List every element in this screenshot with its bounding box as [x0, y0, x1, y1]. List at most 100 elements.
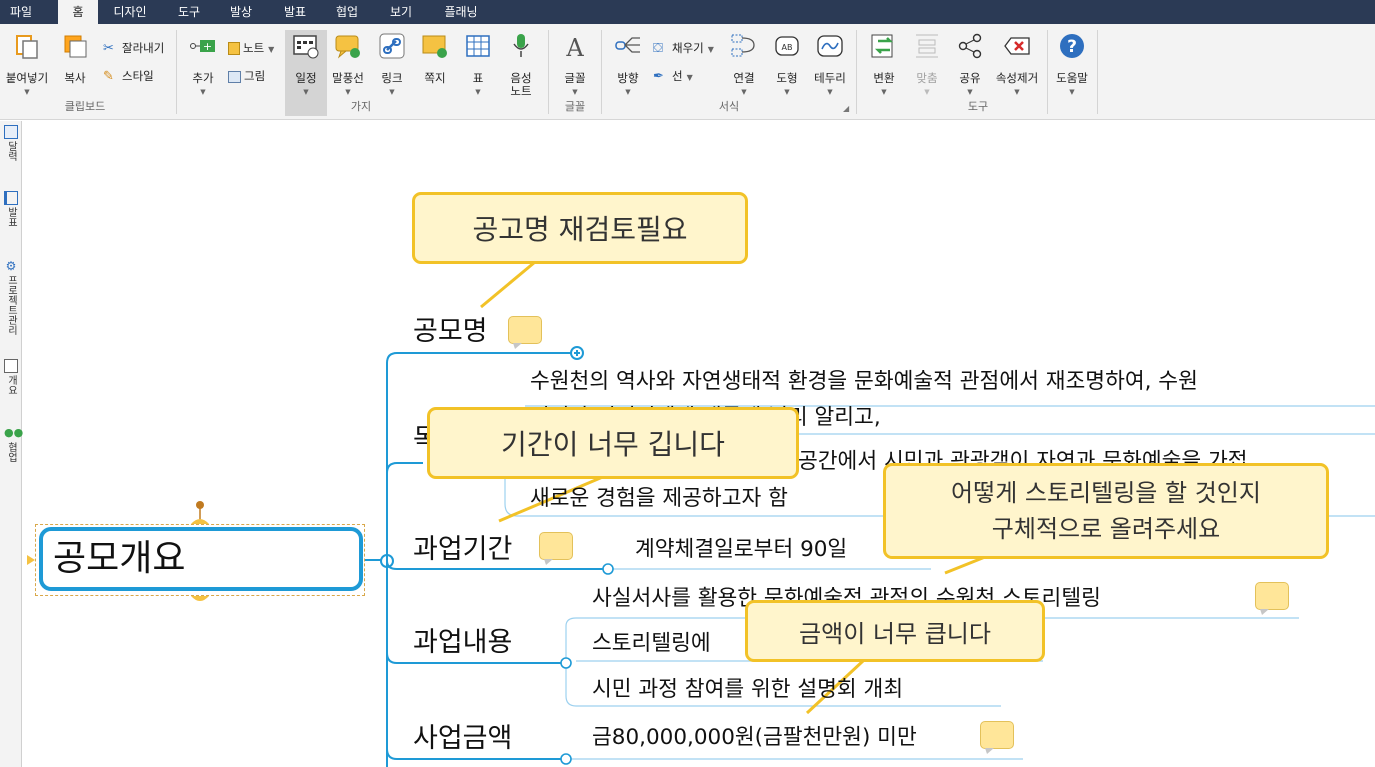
tab-file[interactable]: 파일 — [0, 0, 42, 24]
fill-button[interactable]: ⛋ 채우기 ▼ — [653, 38, 714, 58]
add-branch-button[interactable]: + 추가 ▼ — [181, 30, 225, 116]
sidebar-label: 프로젝트관리 — [5, 275, 17, 335]
direction-label: 방향 — [617, 71, 639, 85]
note-label: 노트 — [243, 41, 265, 55]
sidebar-label: 달력 — [5, 141, 17, 161]
branch-group-label: 가지 — [350, 100, 372, 113]
tab-ideation[interactable]: 발상 — [220, 0, 262, 24]
sidebar-label: 개요 — [5, 375, 17, 395]
chevron-down-icon: ▼ — [827, 88, 833, 96]
leaf-purpose-3[interactable]: 새로운 경험을 제공하고자 함 — [530, 485, 788, 513]
tab-home[interactable]: 홈 — [58, 0, 98, 24]
sidebar-item-project[interactable]: ⚙ 프로젝트관리 — [2, 259, 20, 339]
branch-name[interactable]: 공모명 — [413, 315, 488, 349]
chevron-down-icon: ▼ — [24, 88, 30, 96]
tab-presentation[interactable]: 발표 — [274, 0, 316, 24]
branch-content[interactable]: 과업내용 — [413, 626, 512, 660]
callout-text: 기간이 너무 깁니다 — [501, 428, 725, 461]
sidebar-label: 협업 — [5, 442, 17, 462]
callout-storytelling-detail[interactable]: 어떻게 스토리텔링을 할 것인지 구체적으로 올려주세요 — [883, 463, 1329, 559]
callout-text: 금액이 너무 큽니다 — [799, 619, 991, 648]
sidebar-item-presentation[interactable]: 발표 — [2, 191, 20, 231]
leaf-content-2[interactable]: 스토리텔링에 — [592, 630, 711, 658]
chevron-down-icon: ▼ — [200, 88, 206, 96]
tab-view[interactable]: 보기 — [380, 0, 422, 24]
chevron-down-icon: ▼ — [572, 88, 578, 96]
callout-icon — [335, 35, 360, 59]
tab-design[interactable]: 디자인 — [104, 0, 156, 24]
svg-text:+: + — [203, 40, 212, 53]
tab-collaboration[interactable]: 협업 — [326, 0, 368, 24]
picture-button[interactable]: 그림 — [228, 66, 265, 86]
note-icon[interactable] — [1255, 582, 1289, 615]
calendar-icon — [293, 35, 319, 59]
callout-review-name[interactable]: 공고명 재검토필요 — [412, 192, 748, 264]
format-group-label: 서식 — [718, 100, 740, 113]
sidebar-item-calendar[interactable]: 달력 — [2, 125, 20, 165]
leaf-content-3[interactable]: 시민 과정 참여를 위한 설명회 개최 — [592, 676, 903, 704]
leaf-purpose-1[interactable]: 수원천의 역사와 자연생태적 환경을 문화예술적 관점에서 재조명하여, 수원 — [530, 368, 1198, 396]
outline-icon — [4, 359, 18, 373]
chevron-down-icon: ▼ — [967, 88, 973, 96]
chevron-down-icon: ▼ — [1014, 88, 1020, 96]
direction-button[interactable]: 방향 ▼ — [606, 30, 650, 116]
font-icon: A — [565, 34, 584, 60]
chevron-down-icon: ▼ — [625, 88, 631, 96]
tools-group-label: 도구 — [967, 100, 989, 113]
ribbon: 붙여넣기 ▼ 복사 ✂ 잘라내기 ✎ 스타일 클립보드 + 추가 ▼ 노트 ▼ 그림 … — [0, 24, 1375, 120]
note-icon[interactable] — [539, 532, 573, 565]
format-dialog-launcher[interactable]: ◢ — [843, 99, 849, 119]
line-button[interactable]: ✒ 선 ▼ — [653, 66, 693, 86]
paste-icon — [16, 35, 38, 59]
add-label: 추가 — [192, 71, 214, 85]
branch-amount[interactable]: 사업금액 — [413, 722, 512, 756]
border-label: 테두리 — [814, 71, 846, 85]
callout-text: 공고명 재검토필요 — [472, 213, 688, 246]
voice-note-label: 음성 노트 — [510, 71, 532, 98]
leaf-amount-1[interactable]: 금80,000,000원(금팔천만원) 미만 — [592, 724, 917, 752]
cut-button[interactable]: ✂ 잘라내기 — [103, 38, 164, 58]
chevron-down-icon: ▼ — [686, 73, 693, 82]
callout-text: 구체적으로 올려주세요 — [991, 515, 1221, 543]
mind-map-canvas[interactable]: 공모개요 공모명 목 과업기간 과업내용 사업금액 수원천의 역사와 자연생태적… — [23, 121, 1375, 767]
menu-bar: 파일 홈 디자인 도구 발상 발표 협업 보기 플래닝 — [0, 0, 1375, 24]
sidebar-item-outline[interactable]: 개요 — [2, 359, 20, 399]
sidebar-label: 발표 — [5, 207, 17, 227]
link-icon — [379, 33, 405, 59]
brush-icon: ✎ — [103, 68, 114, 84]
clipboard-group-label: 클립보드 — [64, 100, 106, 113]
chevron-down-icon: ▼ — [881, 88, 887, 96]
help-button[interactable]: ? 도움말 ▼ — [1050, 30, 1094, 116]
font-group-label: 글꼴 — [564, 100, 586, 113]
add-branch-icon: + — [190, 40, 215, 53]
note-button[interactable]: 노트 ▼ — [228, 38, 274, 58]
callout-amount-too-large[interactable]: 금액이 너무 큽니다 — [745, 600, 1045, 662]
voice-note-button[interactable]: 음성 노트 — [499, 30, 543, 116]
branch-period[interactable]: 과업기간 — [413, 533, 512, 567]
copy-label: 복사 — [64, 71, 86, 85]
chevron-down-icon: ▼ — [345, 88, 351, 96]
sidebar-item-collaboration[interactable]: ●● 협업 — [2, 426, 23, 466]
app-window: 파일 홈 디자인 도구 발상 발표 협업 보기 플래닝 붙여넣기 ▼ 복사 ✂ 잘… — [0, 0, 1375, 767]
format-painter-button[interactable]: ✎ 스타일 — [103, 66, 154, 86]
note-icon[interactable] — [980, 721, 1014, 754]
align-icon — [916, 34, 938, 58]
clear-properties-label: 속성제거 — [995, 71, 1039, 85]
leaf-period-1[interactable]: 계약체결일로부터 90일 — [635, 536, 847, 564]
help-icon: ? — [1060, 34, 1084, 58]
style-label: 스타일 — [122, 69, 154, 83]
share-icon — [958, 33, 982, 59]
tab-tools[interactable]: 도구 — [168, 0, 210, 24]
callout-period-too-long[interactable]: 기간이 너무 깁니다 — [427, 407, 799, 479]
connector-icon — [731, 34, 755, 57]
note-icon[interactable] — [508, 316, 542, 349]
gear-icon: ⚙ — [5, 259, 17, 273]
calendar-icon — [4, 125, 18, 139]
root-topic[interactable]: 공모개요 — [39, 527, 363, 591]
svg-text:A: A — [565, 34, 584, 60]
svg-text:?: ? — [1067, 37, 1077, 57]
font-label: 글꼴 — [564, 71, 586, 85]
tab-planning[interactable]: 플래닝 — [434, 0, 488, 24]
chevron-down-icon: ▼ — [1069, 88, 1075, 96]
chevron-down-icon: ▼ — [924, 88, 930, 96]
